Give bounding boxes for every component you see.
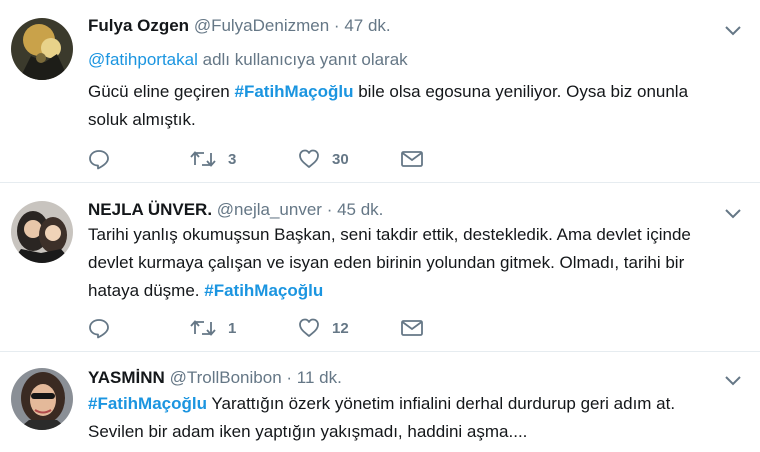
- tweet-actions: 1 12: [88, 315, 448, 341]
- display-name[interactable]: YASMİNN: [88, 368, 165, 387]
- reply-button[interactable]: [88, 146, 110, 172]
- retweet-button[interactable]: 3: [190, 146, 236, 172]
- reply-icon: [88, 148, 110, 170]
- tweet-line: Tarihi yanlış okumuşsun Başkan, seni tak…: [88, 225, 691, 244]
- tweet[interactable]: NEJLA ÜNVER. @nejla_unver · 45 dk. Tarih…: [0, 183, 760, 350]
- retweet-icon: [190, 317, 216, 339]
- reply-button[interactable]: [88, 315, 110, 341]
- message-icon: [400, 317, 424, 339]
- text-segment: Yarattığın özerk yönetim infialini derha…: [207, 394, 676, 413]
- separator: ·: [326, 200, 333, 219]
- chevron-down-icon[interactable]: [724, 24, 742, 36]
- like-icon: [298, 148, 320, 170]
- hashtag-link[interactable]: #FatihMaçoğlu: [88, 394, 207, 413]
- timestamp[interactable]: 47 dk.: [344, 16, 390, 35]
- tweet-line: soluk almıştık.: [88, 110, 196, 129]
- tweet-text: Tarihi yanlış okumuşsun Başkan, seni tak…: [88, 221, 748, 305]
- tweet-line: #FatihMaçoğlu Yarattığın özerk yönetim i…: [88, 390, 748, 418]
- separator: ·: [333, 16, 340, 35]
- avatar[interactable]: [11, 368, 73, 430]
- hashtag-link[interactable]: #FatihMaçoğlu: [234, 82, 353, 101]
- display-name[interactable]: NEJLA ÜNVER.: [88, 200, 212, 219]
- text-segment: hataya düşme.: [88, 281, 205, 300]
- tweet-text: #FatihMaçoğlu Yarattığın özerk yönetim i…: [88, 390, 748, 446]
- tweet-line: Gücü eline geçiren #FatihMaçoğlu bile ol…: [88, 78, 748, 106]
- like-icon: [298, 317, 320, 339]
- tweet-line: hataya düşme. #FatihMaçoğlu: [88, 277, 748, 305]
- direct-message-button[interactable]: [400, 315, 424, 341]
- direct-message-button[interactable]: [400, 146, 424, 172]
- tweet[interactable]: YASMİNN @TrollBonibon · 11 dk. #FatihMaç…: [0, 352, 760, 452]
- retweet-icon: [190, 148, 216, 170]
- timestamp[interactable]: 45 dk.: [337, 200, 383, 219]
- user-handle[interactable]: @TrollBonibon: [170, 368, 282, 387]
- retweet-count: 1: [228, 319, 237, 337]
- like-button[interactable]: 30: [298, 146, 349, 172]
- tweet[interactable]: Fulya Ozgen @FulyaDenizmen · 47 dk. @fat…: [0, 0, 760, 182]
- reply-icon: [88, 317, 110, 339]
- tweet-line: devlet kurmaya çalışan ve isyan eden bir…: [88, 253, 685, 272]
- tweet-header: YASMİNN @TrollBonibon · 11 dk.: [88, 368, 342, 388]
- reply-context: @fatihportakal adlı kullanıcıya yanıt ol…: [88, 50, 408, 70]
- text-segment: Gücü eline geçiren: [88, 82, 235, 101]
- like-button[interactable]: 12: [298, 315, 349, 341]
- message-icon: [400, 148, 424, 170]
- like-count: 30: [332, 150, 349, 168]
- tweet-line: Sevilen bir adam iken yaptığın yakışmadı…: [88, 422, 528, 441]
- text-segment: bile olsa egosuna yeniliyor. Oysa biz on…: [353, 82, 689, 101]
- hashtag-link[interactable]: #FatihMaçoğlu: [204, 281, 323, 300]
- display-name[interactable]: Fulya Ozgen: [88, 16, 189, 35]
- retweet-button[interactable]: 1: [190, 315, 236, 341]
- separator: ·: [286, 368, 293, 387]
- user-handle[interactable]: @FulyaDenizmen: [194, 16, 329, 35]
- like-count: 12: [332, 319, 349, 337]
- chevron-down-icon[interactable]: [724, 374, 742, 386]
- chevron-down-icon[interactable]: [724, 207, 742, 219]
- reply-context-text: adlı kullanıcıya yanıt olarak: [202, 50, 408, 69]
- avatar[interactable]: [11, 18, 73, 80]
- timestamp[interactable]: 11 dk.: [297, 368, 342, 387]
- tweet-header: Fulya Ozgen @FulyaDenizmen · 47 dk.: [88, 16, 391, 36]
- mention-link[interactable]: @fatihportakal: [88, 50, 198, 69]
- retweet-count: 3: [228, 150, 237, 168]
- tweet-actions: 3 30: [88, 146, 448, 172]
- tweet-header: NEJLA ÜNVER. @nejla_unver · 45 dk.: [88, 200, 383, 220]
- tweet-text: Gücü eline geçiren #FatihMaçoğlu bile ol…: [88, 78, 748, 134]
- avatar[interactable]: [11, 201, 73, 263]
- user-handle[interactable]: @nejla_unver: [217, 200, 322, 219]
